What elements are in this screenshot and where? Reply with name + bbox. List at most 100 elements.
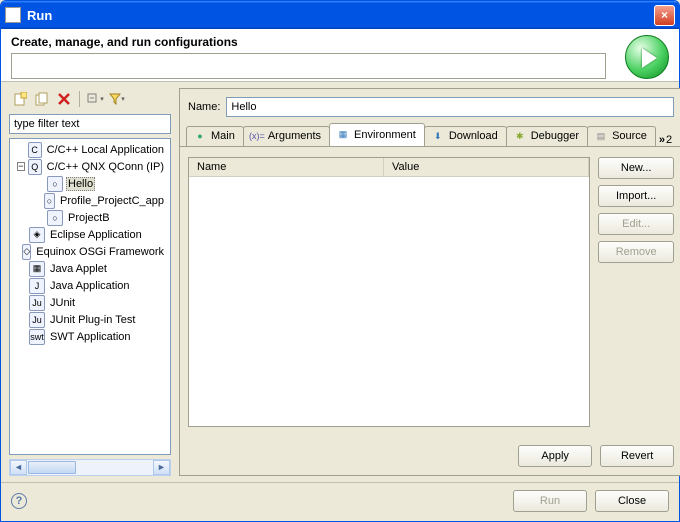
tree-node-icon: ◇ [22, 244, 31, 260]
twisty-spacer [17, 247, 19, 256]
tab-download[interactable]: ⬇Download [424, 126, 507, 146]
tree-item-label: Eclipse Application [48, 229, 144, 241]
delete-config-icon[interactable] [55, 90, 73, 108]
tree-item[interactable]: CC/C++ Local Application [10, 141, 170, 158]
env-remove-button: Remove [598, 241, 674, 263]
twisty-spacer [17, 230, 26, 239]
overflow-count: 2 [666, 134, 672, 146]
tab-label: Source [612, 130, 647, 142]
tree-item[interactable]: −QC/C++ QNX QConn (IP) [10, 158, 170, 175]
tab-source[interactable]: ▤Source [587, 126, 656, 146]
tab-label: Main [211, 130, 235, 142]
tree-item[interactable]: JuJUnit [10, 294, 170, 311]
header-banner [11, 53, 606, 79]
close-button[interactable]: Close [595, 490, 669, 512]
window-title: Run [27, 8, 654, 23]
new-config-icon[interactable] [11, 90, 29, 108]
twisty-spacer [17, 298, 26, 307]
run-button: Run [513, 490, 587, 512]
tree-item[interactable]: ◇Equinox OSGi Framework [10, 243, 170, 260]
scroll-thumb[interactable] [28, 461, 76, 474]
tree-node-icon: ▦ [29, 261, 45, 277]
tab-label: Debugger [531, 130, 579, 142]
env-new-button[interactable]: New... [598, 157, 674, 179]
config-name-input[interactable] [226, 97, 674, 117]
scroll-left-icon[interactable]: ◄ [10, 460, 27, 475]
duplicate-config-icon[interactable] [33, 90, 51, 108]
tab-debugger[interactable]: ✱ Debugger [506, 126, 588, 146]
app-icon [5, 7, 21, 23]
twisty-spacer [35, 179, 44, 188]
help-icon[interactable]: ? [11, 493, 27, 509]
tree-item-label: C/C++ Local Application [45, 144, 166, 156]
toolbar-separator [79, 91, 80, 107]
tree-item[interactable]: swtSWT Application [10, 328, 170, 345]
filter-box [9, 114, 171, 134]
tree-item[interactable]: ◈Eclipse Application [10, 226, 170, 243]
filter-config-icon[interactable]: ▾ [108, 90, 126, 108]
filter-input[interactable] [9, 114, 171, 134]
tab-icon: ● [193, 129, 207, 143]
collapse-all-icon[interactable]: ▾ [86, 90, 104, 108]
chevron-right-icon: » [659, 134, 665, 146]
dialog-footer: ? Run Close [1, 482, 679, 518]
collapse-icon[interactable]: − [17, 162, 25, 171]
tab-icon: ✱ [513, 129, 527, 143]
tab-label: Arguments [268, 130, 321, 142]
revert-button[interactable]: Revert [600, 445, 674, 467]
tree-node-icon: Ju [29, 295, 45, 311]
tab-environment[interactable]: ▦ Environment [329, 123, 425, 146]
env-table-rows [189, 177, 589, 426]
tree-node-icon: Ju [29, 312, 45, 328]
apply-button[interactable]: Apply [518, 445, 592, 467]
twisty-spacer [35, 196, 41, 205]
tree-item-label: Java Application [48, 280, 132, 292]
twisty-spacer [35, 213, 44, 222]
env-import-button[interactable]: Import... [598, 185, 674, 207]
tree-item[interactable]: ▦Java Applet [10, 260, 170, 277]
tree-node-icon: ◈ [29, 227, 45, 243]
tree-item-label: SWT Application [48, 331, 133, 343]
tab-icon: ⬇ [431, 129, 445, 143]
tree-node-icon: J [29, 278, 45, 294]
tree-node-icon: Q [28, 159, 42, 175]
close-icon[interactable]: × [654, 5, 675, 26]
tab-icon: ▦ [336, 128, 350, 142]
left-panel: ▾ ▾ CC/C++ Local Application−QC/C++ QNX … [1, 82, 175, 482]
tree-node-icon: ○ [47, 176, 63, 192]
twisty-spacer [17, 332, 26, 341]
tree-item-label: Profile_ProjectC_app [58, 195, 166, 207]
tree-item-label: JUnit Plug-in Test [48, 314, 137, 326]
tab-arguments[interactable]: (x)= Arguments [243, 126, 330, 146]
tab-icon: (x)= [250, 129, 264, 143]
env-table[interactable]: Name Value [188, 157, 590, 427]
tab-main[interactable]: ● Main [186, 126, 244, 146]
right-panel: Name: ●Main(x)=Arguments▦Environment⬇Dow… [175, 82, 680, 482]
header-subtitle: Create, manage, and run configurations [11, 35, 617, 49]
tree-item-label: Equinox OSGi Framework [34, 246, 166, 258]
env-col-name[interactable]: Name [189, 158, 384, 176]
twisty-spacer [17, 145, 25, 154]
scroll-right-icon[interactable]: ► [153, 460, 170, 475]
tab-label: Environment [354, 129, 416, 141]
tree-item-label: Hello [66, 177, 95, 191]
env-edit-button: Edit... [598, 213, 674, 235]
tree-item-label: ProjectB [66, 212, 112, 224]
tabs-overflow[interactable]: »2 [655, 134, 676, 146]
run-hero-icon [625, 35, 669, 79]
tree-node-icon: C [28, 142, 42, 158]
tree-item[interactable]: ○Hello [10, 175, 170, 192]
env-table-header: Name Value [189, 158, 589, 177]
tree-item-label: JUnit [48, 297, 77, 309]
config-tree[interactable]: CC/C++ Local Application−QC/C++ QNX QCon… [9, 138, 171, 455]
tree-item[interactable]: ○Profile_ProjectC_app [10, 192, 170, 209]
tree-item[interactable]: ○ProjectB [10, 209, 170, 226]
tree-item[interactable]: JuJUnit Plug-in Test [10, 311, 170, 328]
horizontal-scrollbar[interactable]: ◄ ► [9, 459, 171, 476]
tree-node-icon: ○ [44, 193, 55, 209]
twisty-spacer [17, 281, 26, 290]
tree-node-icon: swt [29, 329, 45, 345]
tree-item[interactable]: JJava Application [10, 277, 170, 294]
env-col-value[interactable]: Value [384, 158, 589, 176]
title-bar: Run × [1, 1, 679, 29]
